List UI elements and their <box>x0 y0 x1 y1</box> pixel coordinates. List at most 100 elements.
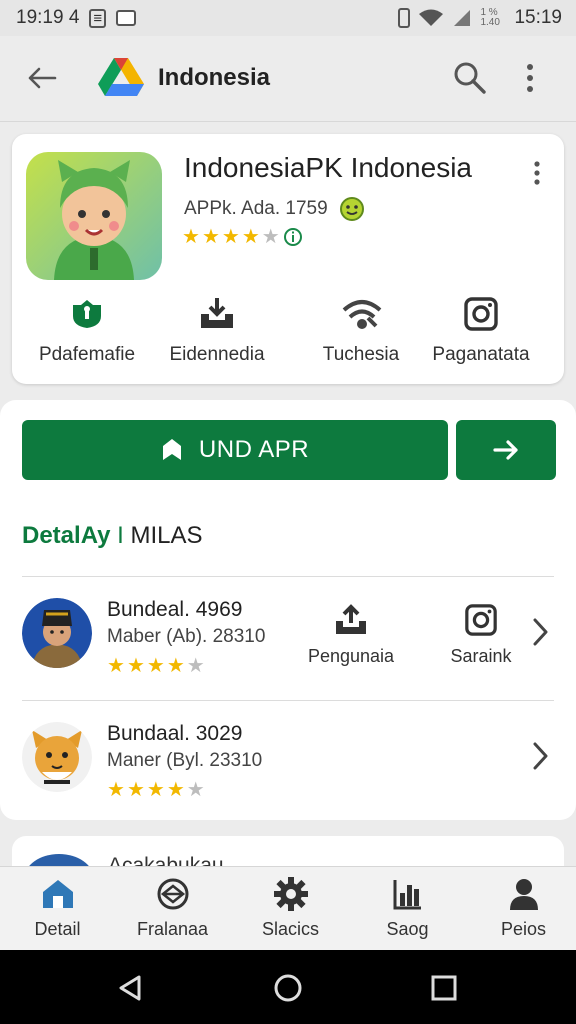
divider <box>22 700 554 701</box>
gear-icon <box>233 877 348 911</box>
back-arrow-icon[interactable] <box>24 60 60 96</box>
action-label: Pdafemafie <box>38 344 136 365</box>
nav-label: Peios <box>500 919 547 939</box>
action-pdafemafie[interactable]: Pdafemafie <box>18 294 156 366</box>
star-icon: ★ <box>126 655 145 677</box>
action-paganatata[interactable]: Paganatata <box>412 294 550 366</box>
star-icon: ★ <box>221 226 240 248</box>
nav-label: Saog <box>386 919 429 939</box>
arrow-right-icon <box>493 440 518 460</box>
star-icon: ★ <box>146 655 165 677</box>
app-bar-title: Indonesia <box>158 64 271 91</box>
list-item-sub: Maner (Byl. 23310 <box>107 750 263 771</box>
main-panel: UND APR DetalAy I MILAS Bundeal. 4969 Ma… <box>0 400 576 820</box>
smiley-badge-icon <box>339 197 364 221</box>
install-button-label: UND APR <box>198 436 310 463</box>
section-title: DetalAy I MILAS <box>22 522 203 550</box>
nav-detail[interactable]: Detail <box>0 877 115 940</box>
star-icon: ★ <box>107 655 125 677</box>
star-icon: ★ <box>126 779 145 801</box>
app-actions: Pdafemafie Eidennedia Tuchesia Paganatat… <box>12 294 564 368</box>
nav-fralanaa[interactable]: Fralanaa <box>115 877 230 940</box>
divider <box>22 576 554 577</box>
list-item-rating: ★ ★ ★ ★ ★ <box>107 656 205 676</box>
compass-icon <box>115 877 230 911</box>
app-detail-card: IndonesiaPK Indonesia APPk. Ada. 1759 ★ … <box>12 134 564 384</box>
shield-badge-icon <box>18 294 156 334</box>
nav-label: Detail <box>34 919 81 939</box>
action-eidennedia[interactable]: Eidennedia <box>148 294 286 366</box>
list-item-name: Bundaal. 3029 <box>107 722 243 745</box>
nav-back-icon[interactable] <box>112 970 148 1006</box>
nav-peios[interactable]: Peios <box>466 877 576 940</box>
install-button[interactable]: UND APR <box>22 420 448 480</box>
bottom-nav: Detail Fralanaa Slacics Saog Peios <box>0 866 576 950</box>
nav-saog[interactable]: Saog <box>350 877 465 940</box>
star-icon: ★ <box>186 655 205 677</box>
message-icon <box>116 10 137 26</box>
upload-tray-icon <box>296 602 406 638</box>
instagram-icon <box>412 294 550 334</box>
avatar <box>22 598 92 668</box>
system-nav-bar <box>0 950 576 1024</box>
row-action-saraink[interactable]: Saraink <box>426 602 536 667</box>
app-meta-text: APPk. Ada. 1759 <box>184 198 328 219</box>
star-icon: ★ <box>241 226 260 248</box>
chart-icon <box>350 877 465 911</box>
home-icon <box>0 877 115 911</box>
battery-saver-icon <box>398 8 411 28</box>
nav-home-icon[interactable] <box>270 970 306 1006</box>
app-meta: APPk. Ada. 1759 <box>184 196 366 222</box>
search-icon[interactable] <box>452 60 488 101</box>
app-name: IndonesiaPK Indonesia <box>184 152 472 183</box>
app-icon[interactable] <box>26 152 162 280</box>
wifi-icon <box>419 9 444 26</box>
app-rating: ★ ★ ★ ★ ★ <box>182 226 304 248</box>
chevron-right-icon[interactable] <box>530 616 550 653</box>
status-time-left: 19:19 4 <box>16 7 80 28</box>
section-title-green: DetalAy <box>22 522 111 549</box>
cell-signal-icon <box>454 10 471 26</box>
more-vert-icon[interactable] <box>524 62 536 99</box>
action-label: Tuchesia <box>322 344 400 365</box>
star-icon: ★ <box>186 779 205 801</box>
card-more-icon[interactable] <box>532 160 542 191</box>
action-tuchesia[interactable]: Tuchesia <box>292 294 430 366</box>
star-icon: ★ <box>261 226 280 248</box>
nav-label: Fralanaa <box>136 919 209 939</box>
avatar <box>22 722 92 792</box>
row-action-label: Saraink <box>450 646 512 666</box>
status-time-right: 15:19 <box>514 7 562 28</box>
drive-logo <box>98 56 144 105</box>
section-title-rest: MILAS <box>130 522 203 549</box>
arrow-forward-button[interactable] <box>456 420 556 480</box>
action-label: Eidennedia <box>169 344 265 365</box>
star-icon: ★ <box>182 226 200 248</box>
app-bar: Indonesia <box>0 36 576 122</box>
nav-slacics[interactable]: Slacics <box>233 877 348 940</box>
star-icon: ★ <box>166 779 185 801</box>
row-action-pengunaia[interactable]: Pengunaia <box>296 602 406 667</box>
instagram-icon <box>426 602 536 638</box>
status-small-text: 1 % 1.40 <box>480 7 500 28</box>
wifi-signal-icon <box>292 294 430 334</box>
list-item-rating: ★ ★ ★ ★ ★ <box>107 780 205 800</box>
star-icon: ★ <box>107 779 125 801</box>
bookmark-icon <box>162 439 181 460</box>
nav-recents-icon[interactable] <box>426 970 462 1006</box>
list-item-name: Bundeal. 4969 <box>107 598 243 621</box>
star-icon: ★ <box>146 779 165 801</box>
row-action-label: Pengunaia <box>307 646 395 666</box>
download-tray-icon <box>148 294 286 334</box>
chevron-right-icon[interactable] <box>530 740 550 777</box>
info-icon[interactable] <box>282 226 304 248</box>
list-item[interactable]: Bundeal. 4969 Maber (Ab). 28310 ★ ★ ★ ★ … <box>0 578 576 696</box>
list-item-sub: Maber (Ab). 28310 <box>107 626 266 647</box>
star-icon: ★ <box>166 655 185 677</box>
list-item[interactable]: Bundaal. 3029 Maner (Byl. 23310 ★ ★ ★ ★ … <box>0 702 576 820</box>
status-bar: 19:19 4 ≡ 1 % 1.40 15:19 <box>0 0 576 36</box>
section-title-separator: I <box>117 522 124 549</box>
star-icon: ★ <box>201 226 220 248</box>
nav-label: Slacics <box>261 919 319 939</box>
notification-icon: ≡ <box>89 8 107 28</box>
